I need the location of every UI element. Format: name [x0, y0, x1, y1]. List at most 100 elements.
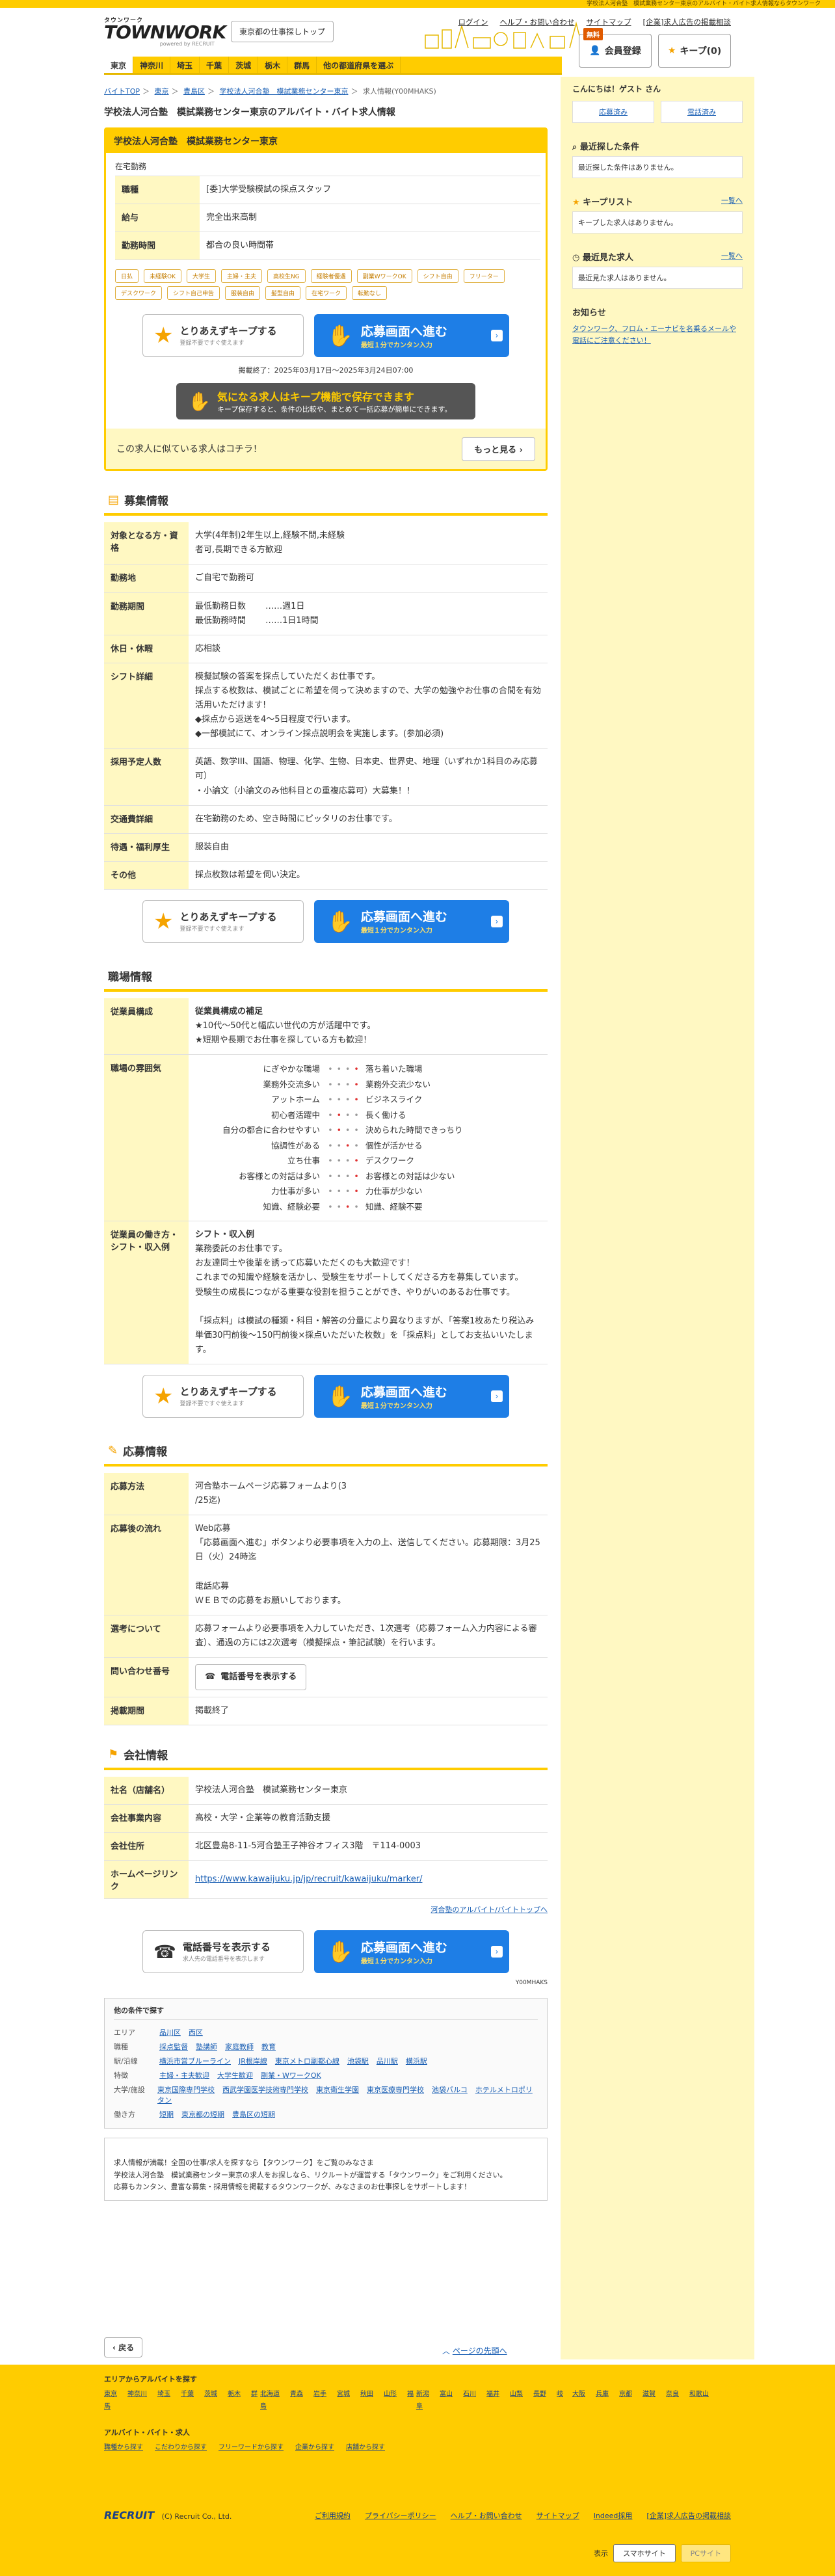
footer-link[interactable]: サイトマップ: [537, 2512, 579, 2520]
condition-link[interactable]: 品川駅: [377, 2057, 398, 2065]
keep-button[interactable]: ★ とりあえずキープする 登録不要ですぐ使えます: [142, 899, 304, 943]
apply-button[interactable]: ✋ 応募画面へ進む 最短１分でカンタン入力 ›: [314, 1930, 509, 1974]
footer-link[interactable]: ヘルプ・お問い合わせ: [451, 2512, 522, 2520]
condition-link[interactable]: 品川区: [159, 2028, 181, 2037]
condition-link[interactable]: 西武学園医学技術専門学校: [222, 2086, 308, 2094]
nav-ibaraki[interactable]: 茨城: [229, 57, 259, 73]
condition-link[interactable]: 西区: [189, 2028, 203, 2037]
condition-link[interactable]: 塾講師: [196, 2043, 217, 2051]
condition-link[interactable]: 副業・WワークOK: [261, 2071, 321, 2080]
login-link[interactable]: ログイン: [458, 17, 488, 27]
footer-area-link[interactable]: 石川: [463, 2391, 476, 2398]
called-button[interactable]: 電話済み: [661, 101, 743, 123]
footer-area-link[interactable]: 富山: [440, 2391, 453, 2398]
condition-link[interactable]: 東京国際専門学校: [157, 2086, 215, 2094]
keep-list-button[interactable]: ★ キープ(0): [658, 34, 731, 68]
footer-job-link[interactable]: 店舗から探す: [346, 2444, 385, 2451]
footer-area-link[interactable]: 茨城: [204, 2391, 217, 2398]
keep-button[interactable]: ★ とりあえずキープする 登録不要ですぐ使えます: [142, 314, 304, 358]
notice-link[interactable]: タウンワーク、フロム・エーナビを名乗るメールや電話にご注意ください！: [572, 325, 736, 345]
breadcrumb-item[interactable]: バイトTOP: [104, 87, 140, 96]
footer-area-link[interactable]: 山梨: [510, 2391, 523, 2398]
condition-link[interactable]: 採点監督: [159, 2043, 188, 2051]
condition-link[interactable]: 家庭教師: [225, 2043, 254, 2051]
footer-job-link[interactable]: こだわりから探す: [155, 2444, 207, 2451]
footer-job-link[interactable]: 職種から探す: [104, 2444, 143, 2451]
keep-button[interactable]: ★ とりあえずキープする 登録不要ですぐ使えます: [142, 1375, 304, 1418]
condition-link[interactable]: 東京メトロ副都心線: [275, 2057, 339, 2065]
footer-link[interactable]: Indeed採用: [594, 2512, 633, 2520]
applied-button[interactable]: 応募済み: [572, 101, 654, 123]
footer-area-link[interactable]: 北海道: [260, 2391, 280, 2398]
nav-other-prefectures[interactable]: 他の都道府県を選ぶ: [317, 57, 401, 73]
company-top-link[interactable]: 河合塾のアルバイト/バイトトップへ: [431, 1905, 548, 1914]
condition-link[interactable]: 横浜駅: [406, 2057, 427, 2065]
footer-area-link[interactable]: 滋賀: [643, 2391, 656, 2398]
condition-link[interactable]: 東京医療専門学校: [367, 2086, 424, 2094]
breadcrumb-item[interactable]: 豊島区: [183, 87, 205, 96]
footer-link[interactable]: ご利用規約: [315, 2512, 351, 2520]
corporate-link[interactable]: [企業]求人広告の掲載相談: [643, 17, 731, 27]
nav-chiba[interactable]: 千葉: [200, 57, 230, 73]
footer-area-link[interactable]: 奈良: [666, 2391, 679, 2398]
help-link[interactable]: ヘルプ・お問い合わせ: [500, 17, 575, 27]
footer-area-link[interactable]: 福井: [486, 2391, 499, 2398]
condition-link[interactable]: 大学生歓迎: [217, 2071, 253, 2080]
recent-jobs-more-link[interactable]: 一覧へ: [721, 250, 743, 263]
keeplist-more-link[interactable]: 一覧へ: [721, 195, 743, 207]
apply-button[interactable]: ✋ 応募画面へ進む 最短１分でカンタン入力 ›: [314, 1375, 509, 1418]
back-button[interactable]: ‹ 戻る: [104, 2337, 143, 2357]
smartphone-site-button[interactable]: スマホサイト: [613, 2544, 676, 2562]
footer-area-link[interactable]: 長野: [533, 2391, 546, 2398]
footer-area-link[interactable]: 青森: [290, 2391, 303, 2398]
footer-area-link[interactable]: 山形: [384, 2391, 397, 2398]
phone-display-button[interactable]: ☎ 電話番号を表示する 求人先の電話番号を表示します: [142, 1930, 304, 1974]
publication-id: Y00MHAKS: [515, 1980, 548, 1987]
footer-area-link[interactable]: 和歌山: [689, 2391, 709, 2398]
nav-tokyo[interactable]: 東京: [104, 57, 134, 73]
condition-link[interactable]: 教育: [261, 2043, 276, 2051]
condition-link[interactable]: 東京衛生学園: [316, 2086, 359, 2094]
footer-area-link[interactable]: 宮城: [337, 2391, 350, 2398]
condition-link[interactable]: 主婦・主夫歓迎: [159, 2071, 209, 2080]
footer-job-link[interactable]: フリーワードから探す: [219, 2444, 284, 2451]
footer-area-link[interactable]: 京都: [619, 2391, 632, 2398]
sitemap-link[interactable]: サイトマップ: [587, 17, 631, 27]
footer-area-link[interactable]: 岩手: [313, 2391, 326, 2398]
condition-link[interactable]: 短期: [159, 2110, 174, 2119]
page-top-link[interactable]: ︿ ページの先頭へ: [442, 2345, 507, 2356]
condition-link[interactable]: 池袋駅: [347, 2057, 369, 2065]
footer-area-link[interactable]: 秋田: [360, 2391, 373, 2398]
footer-area-link[interactable]: 新潟: [416, 2391, 429, 2398]
nav-kanagawa[interactable]: 神奈川: [133, 57, 171, 73]
footer-area-link[interactable]: 大阪: [572, 2391, 585, 2398]
footer-link[interactable]: プライバシーポリシー: [365, 2512, 436, 2520]
footer-area-link[interactable]: 埼玉: [157, 2391, 170, 2398]
nav-tochigi[interactable]: 栃木: [258, 57, 288, 73]
breadcrumb-item[interactable]: 東京: [155, 87, 169, 96]
apply-button[interactable]: ✋ 応募画面へ進む 最短１分でカンタン入力 ›: [314, 899, 509, 943]
condition-link[interactable]: JR根岸線: [239, 2057, 267, 2065]
footer-job-link[interactable]: 企業から探す: [295, 2444, 334, 2451]
condition-link[interactable]: 東京都の短期: [181, 2110, 224, 2119]
footer-area-link[interactable]: 東京: [104, 2391, 117, 2398]
nav-saitama[interactable]: 埼玉: [170, 57, 200, 73]
more-button[interactable]: もっと見る ›: [462, 436, 535, 461]
footer-area-link[interactable]: 神奈川: [127, 2391, 147, 2398]
member-register-button[interactable]: 無料 👤 会員登録: [579, 28, 652, 68]
apply-button[interactable]: ✋ 応募画面へ進む 最短１分でカンタン入力 ›: [314, 314, 509, 358]
condition-link[interactable]: 豊島区の短期: [232, 2110, 275, 2119]
breadcrumb-item[interactable]: 学校法人河合塾 模試業務センター東京: [220, 87, 349, 96]
homepage-link[interactable]: https://www.kawaijuku.jp/jp/recruit/kawa…: [195, 1874, 422, 1884]
area-top-button[interactable]: 東京都の仕事探しトップ: [231, 21, 334, 42]
townwork-logo[interactable]: タウンワーク TOWNWORK powered by RECRUIT: [104, 16, 226, 47]
footer-area-link[interactable]: 千葉: [181, 2391, 194, 2398]
footer-link[interactable]: [企業]求人広告の掲載相談: [646, 2512, 731, 2520]
condition-link[interactable]: 池袋パルコ: [432, 2086, 468, 2094]
condition-link[interactable]: 横浜市営ブルーライン: [159, 2057, 231, 2065]
footer-area-link[interactable]: 兵庫: [596, 2391, 609, 2398]
footer-area-link[interactable]: 栃木: [228, 2391, 241, 2398]
nav-gunma[interactable]: 群馬: [287, 57, 317, 73]
show-phone-button[interactable]: ☎ 電話番号を表示する: [195, 1664, 307, 1691]
atmosphere-right: 落ち着いた職場: [365, 1064, 423, 1074]
